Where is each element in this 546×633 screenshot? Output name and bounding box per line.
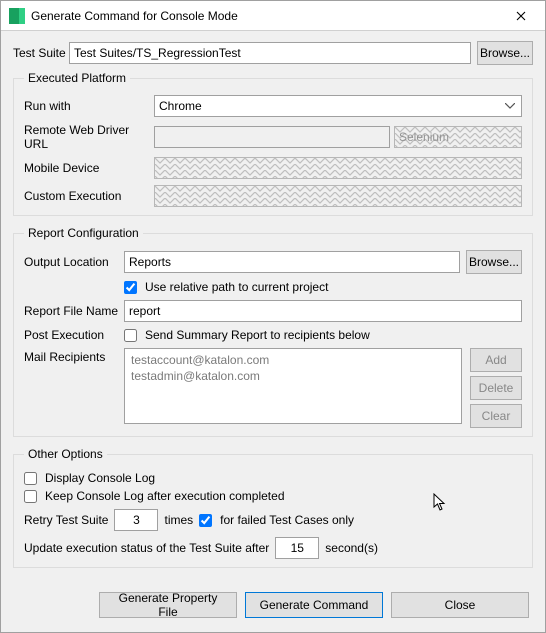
close-icon [516, 11, 526, 21]
titlebar: Generate Command for Console Mode [1, 1, 545, 31]
retry-label: Retry Test Suite [24, 513, 108, 527]
remote-driver-select: Selenium [394, 126, 522, 148]
display-console-log-checkbox[interactable] [24, 472, 37, 485]
executed-platform-group: Executed Platform Run with Chrome Remote… [13, 71, 533, 216]
test-suite-label: Test Suite [13, 46, 69, 60]
report-file-name-input[interactable] [124, 300, 522, 322]
update-status-input[interactable] [275, 537, 319, 559]
mail-recipients-list[interactable]: testaccount@katalon.com testadmin@katalo… [124, 348, 462, 424]
dialog-window: Generate Command for Console Mode Test S… [0, 0, 546, 633]
output-location-label: Output Location [24, 255, 124, 269]
retry-failed-only-label: for failed Test Cases only [220, 513, 354, 527]
dialog-body: Test Suite Browse... Executed Platform R… [1, 31, 545, 582]
post-execution-label: Post Execution [24, 328, 124, 342]
list-item[interactable]: testaccount@katalon.com [131, 352, 455, 368]
output-location-browse-button[interactable]: Browse... [466, 250, 522, 274]
send-summary-checkbox[interactable] [124, 329, 137, 342]
close-window-button[interactable] [499, 2, 543, 30]
test-suite-row: Test Suite Browse... [13, 41, 533, 65]
retry-times-label: times [164, 513, 193, 527]
app-icon [9, 8, 25, 24]
title-text: Generate Command for Console Mode [31, 9, 499, 23]
report-config-legend: Report Configuration [24, 226, 143, 240]
send-summary-label: Send Summary Report to recipients below [145, 328, 370, 342]
other-options-group: Other Options Display Console Log Keep C… [13, 447, 533, 568]
retry-failed-only-row[interactable]: for failed Test Cases only [199, 513, 354, 527]
report-file-name-label: Report File Name [24, 304, 124, 318]
output-location-input[interactable] [124, 251, 460, 273]
add-recipient-button[interactable]: Add [470, 348, 522, 372]
dialog-footer: Generate Property File Generate Command … [1, 582, 545, 632]
recipients-buttons: Add Delete Clear [470, 348, 522, 428]
keep-console-log-checkbox[interactable] [24, 490, 37, 503]
clear-recipients-button[interactable]: Clear [470, 404, 522, 428]
retry-failed-only-checkbox[interactable] [199, 514, 212, 527]
custom-execution-label: Custom Execution [24, 189, 154, 203]
executed-platform-legend: Executed Platform [24, 71, 130, 85]
test-suite-browse-button[interactable]: Browse... [477, 41, 533, 65]
generate-property-file-button[interactable]: Generate Property File [99, 592, 237, 618]
remote-url-input [154, 126, 390, 148]
keep-console-log-label: Keep Console Log after execution complet… [45, 489, 285, 503]
use-relative-checkbox-row[interactable]: Use relative path to current project [124, 280, 328, 294]
run-with-select[interactable]: Chrome [154, 95, 522, 117]
generate-command-button[interactable]: Generate Command [245, 592, 383, 618]
update-status-suffix: second(s) [325, 541, 378, 555]
use-relative-checkbox[interactable] [124, 281, 137, 294]
keep-console-log-row[interactable]: Keep Console Log after execution complet… [24, 489, 522, 503]
retry-count-input[interactable] [114, 509, 158, 531]
send-summary-checkbox-row[interactable]: Send Summary Report to recipients below [124, 328, 370, 342]
test-suite-input[interactable] [69, 42, 471, 64]
display-console-log-label: Display Console Log [45, 471, 155, 485]
close-button[interactable]: Close [391, 592, 529, 618]
use-relative-label: Use relative path to current project [145, 280, 328, 294]
mobile-device-label: Mobile Device [24, 161, 154, 175]
list-item[interactable]: testadmin@katalon.com [131, 368, 455, 384]
remote-url-label: Remote Web Driver URL [24, 123, 154, 151]
delete-recipient-button[interactable]: Delete [470, 376, 522, 400]
display-console-log-row[interactable]: Display Console Log [24, 471, 522, 485]
report-config-group: Report Configuration Output Location Bro… [13, 226, 533, 437]
mobile-device-select [154, 157, 522, 179]
update-status-prefix: Update execution status of the Test Suit… [24, 541, 269, 555]
custom-execution-select [154, 185, 522, 207]
mail-recipients-label: Mail Recipients [24, 348, 124, 364]
other-options-legend: Other Options [24, 447, 107, 461]
run-with-label: Run with [24, 99, 154, 113]
